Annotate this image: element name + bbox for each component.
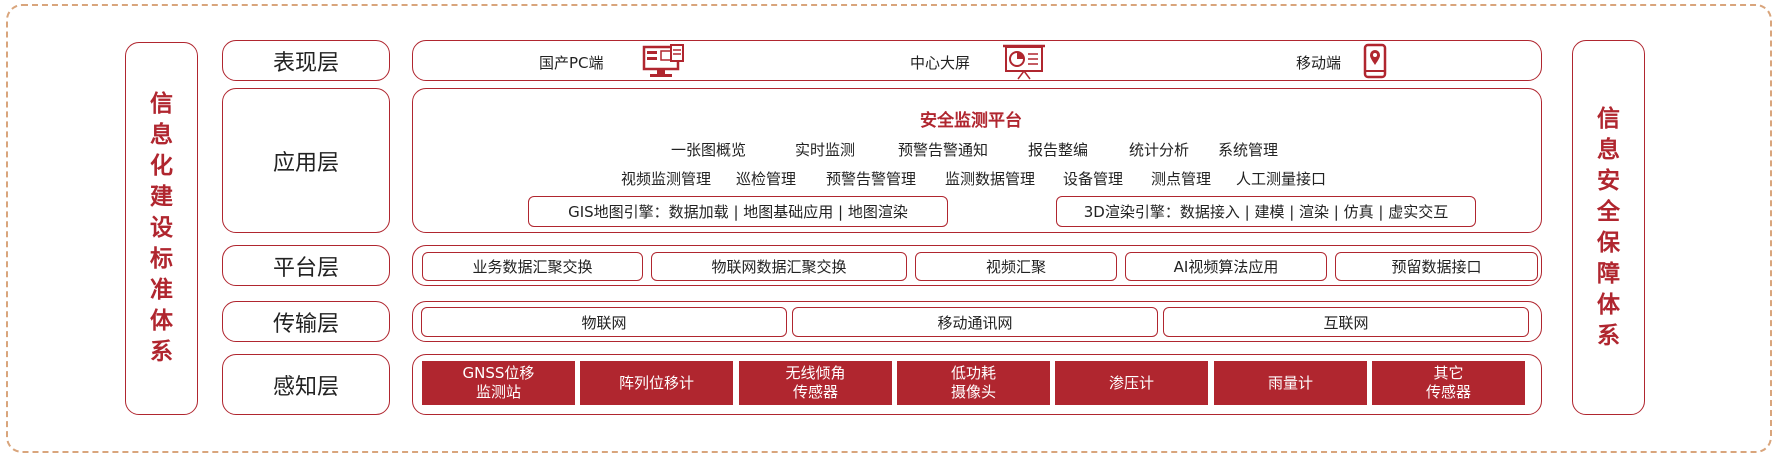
right-pillar-security: 信 息 安 全 保 障 体 系 — [1572, 40, 1645, 415]
sensor-gnss: GNSS位移 监测站 — [422, 361, 575, 405]
left-pillar-char: 建 — [150, 184, 173, 210]
app-module: 预警告警管理 — [826, 170, 917, 188]
left-pillar-char: 息 — [150, 122, 173, 148]
transport-item: 互联网 — [1163, 307, 1529, 337]
layer-label-platform: 平台层 — [222, 245, 390, 286]
app-module: 巡检管理 — [736, 170, 797, 188]
platform-item: 视频汇聚 — [915, 252, 1117, 281]
presentation-item-big-screen: 中心大屏 — [910, 54, 971, 72]
sensor-piezometer: 渗压计 — [1055, 361, 1208, 405]
sensor-tilt: 无线倾角 传感器 — [739, 361, 892, 405]
right-pillar-char: 全 — [1597, 198, 1620, 225]
right-pillar-char: 体 — [1597, 291, 1620, 318]
app-module: 视频监测管理 — [621, 170, 712, 188]
left-pillar-char: 系 — [150, 339, 173, 365]
app-module: 系统管理 — [1218, 141, 1279, 159]
app-module: 测点管理 — [1151, 170, 1212, 188]
sensor-rain-gauge: 雨量计 — [1214, 361, 1367, 405]
left-pillar-char: 化 — [150, 153, 173, 179]
platform-item: 物联网数据汇聚交换 — [651, 252, 907, 281]
app-module: 一张图概览 — [671, 141, 747, 159]
right-pillar-char: 障 — [1597, 260, 1620, 287]
platform-item: 业务数据汇聚交换 — [422, 252, 643, 281]
presentation-item-mobile: 移动端 — [1296, 54, 1342, 72]
left-pillar-standards: 信 息 化 建 设 标 准 体 系 — [125, 42, 198, 415]
right-pillar-char: 系 — [1597, 322, 1620, 349]
platform-item: AI视频算法应用 — [1125, 252, 1327, 281]
app-module: 监测数据管理 — [945, 170, 1036, 188]
left-pillar-char: 信 — [150, 91, 173, 117]
right-pillar-char: 安 — [1597, 167, 1620, 194]
left-pillar-char: 体 — [150, 308, 173, 334]
presentation-item-pc: 国产PC端 — [539, 54, 604, 72]
layer-label-transport: 传输层 — [222, 301, 390, 342]
app-module: 设备管理 — [1063, 170, 1124, 188]
right-pillar-char: 保 — [1597, 229, 1620, 256]
layer-label-presentation: 表现层 — [222, 40, 390, 81]
platform-title: 安全监测平台 — [920, 111, 1022, 131]
layer-label-perception: 感知层 — [222, 354, 390, 415]
presentation-screen-icon — [1003, 44, 1045, 80]
application-layer-panel: 安全监测平台 一张图概览 实时监测 预警告警通知 报告整编 统计分析 系统管理 … — [412, 88, 1542, 233]
desktop-pc-icon — [642, 44, 684, 77]
right-pillar-char: 息 — [1597, 136, 1620, 163]
mobile-phone-icon — [1363, 43, 1387, 79]
layer-label-application: 应用层 — [222, 88, 390, 233]
app-module: 预警告警通知 — [898, 141, 989, 159]
app-module: 统计分析 — [1129, 141, 1190, 159]
app-module: 人工测量接口 — [1236, 170, 1327, 188]
transport-item: 物联网 — [421, 307, 787, 337]
3d-engine-box: 3D渲染引擎：数据接入 | 建模 | 渲染 | 仿真 | 虚实交互 — [1056, 196, 1476, 227]
gis-engine-box: GIS地图引擎：数据加载 | 地图基础应用 | 地图渲染 — [528, 196, 948, 227]
sensor-camera: 低功耗 摄像头 — [897, 361, 1050, 405]
platform-layer-panel: 业务数据汇聚交换 物联网数据汇聚交换 视频汇聚 AI视频算法应用 预留数据接口 — [412, 245, 1542, 286]
app-module: 实时监测 — [795, 141, 856, 159]
left-pillar-char: 准 — [150, 277, 173, 303]
app-module: 报告整编 — [1028, 141, 1089, 159]
presentation-layer-panel: 国产PC端 中心大屏 移动端 — [412, 40, 1542, 81]
platform-item: 预留数据接口 — [1335, 252, 1538, 281]
left-pillar-char: 设 — [150, 215, 173, 241]
sensor-array-displacement: 阵列位移计 — [580, 361, 733, 405]
sensor-other: 其它 传感器 — [1372, 361, 1525, 405]
transport-item: 移动通讯网 — [792, 307, 1158, 337]
left-pillar-char: 标 — [150, 246, 173, 272]
right-pillar-char: 信 — [1597, 105, 1620, 132]
perception-layer-panel: GNSS位移 监测站 阵列位移计 无线倾角 传感器 低功耗 摄像头 渗压计 雨量… — [412, 354, 1542, 415]
transport-layer-panel: 物联网 移动通讯网 互联网 — [412, 301, 1542, 342]
